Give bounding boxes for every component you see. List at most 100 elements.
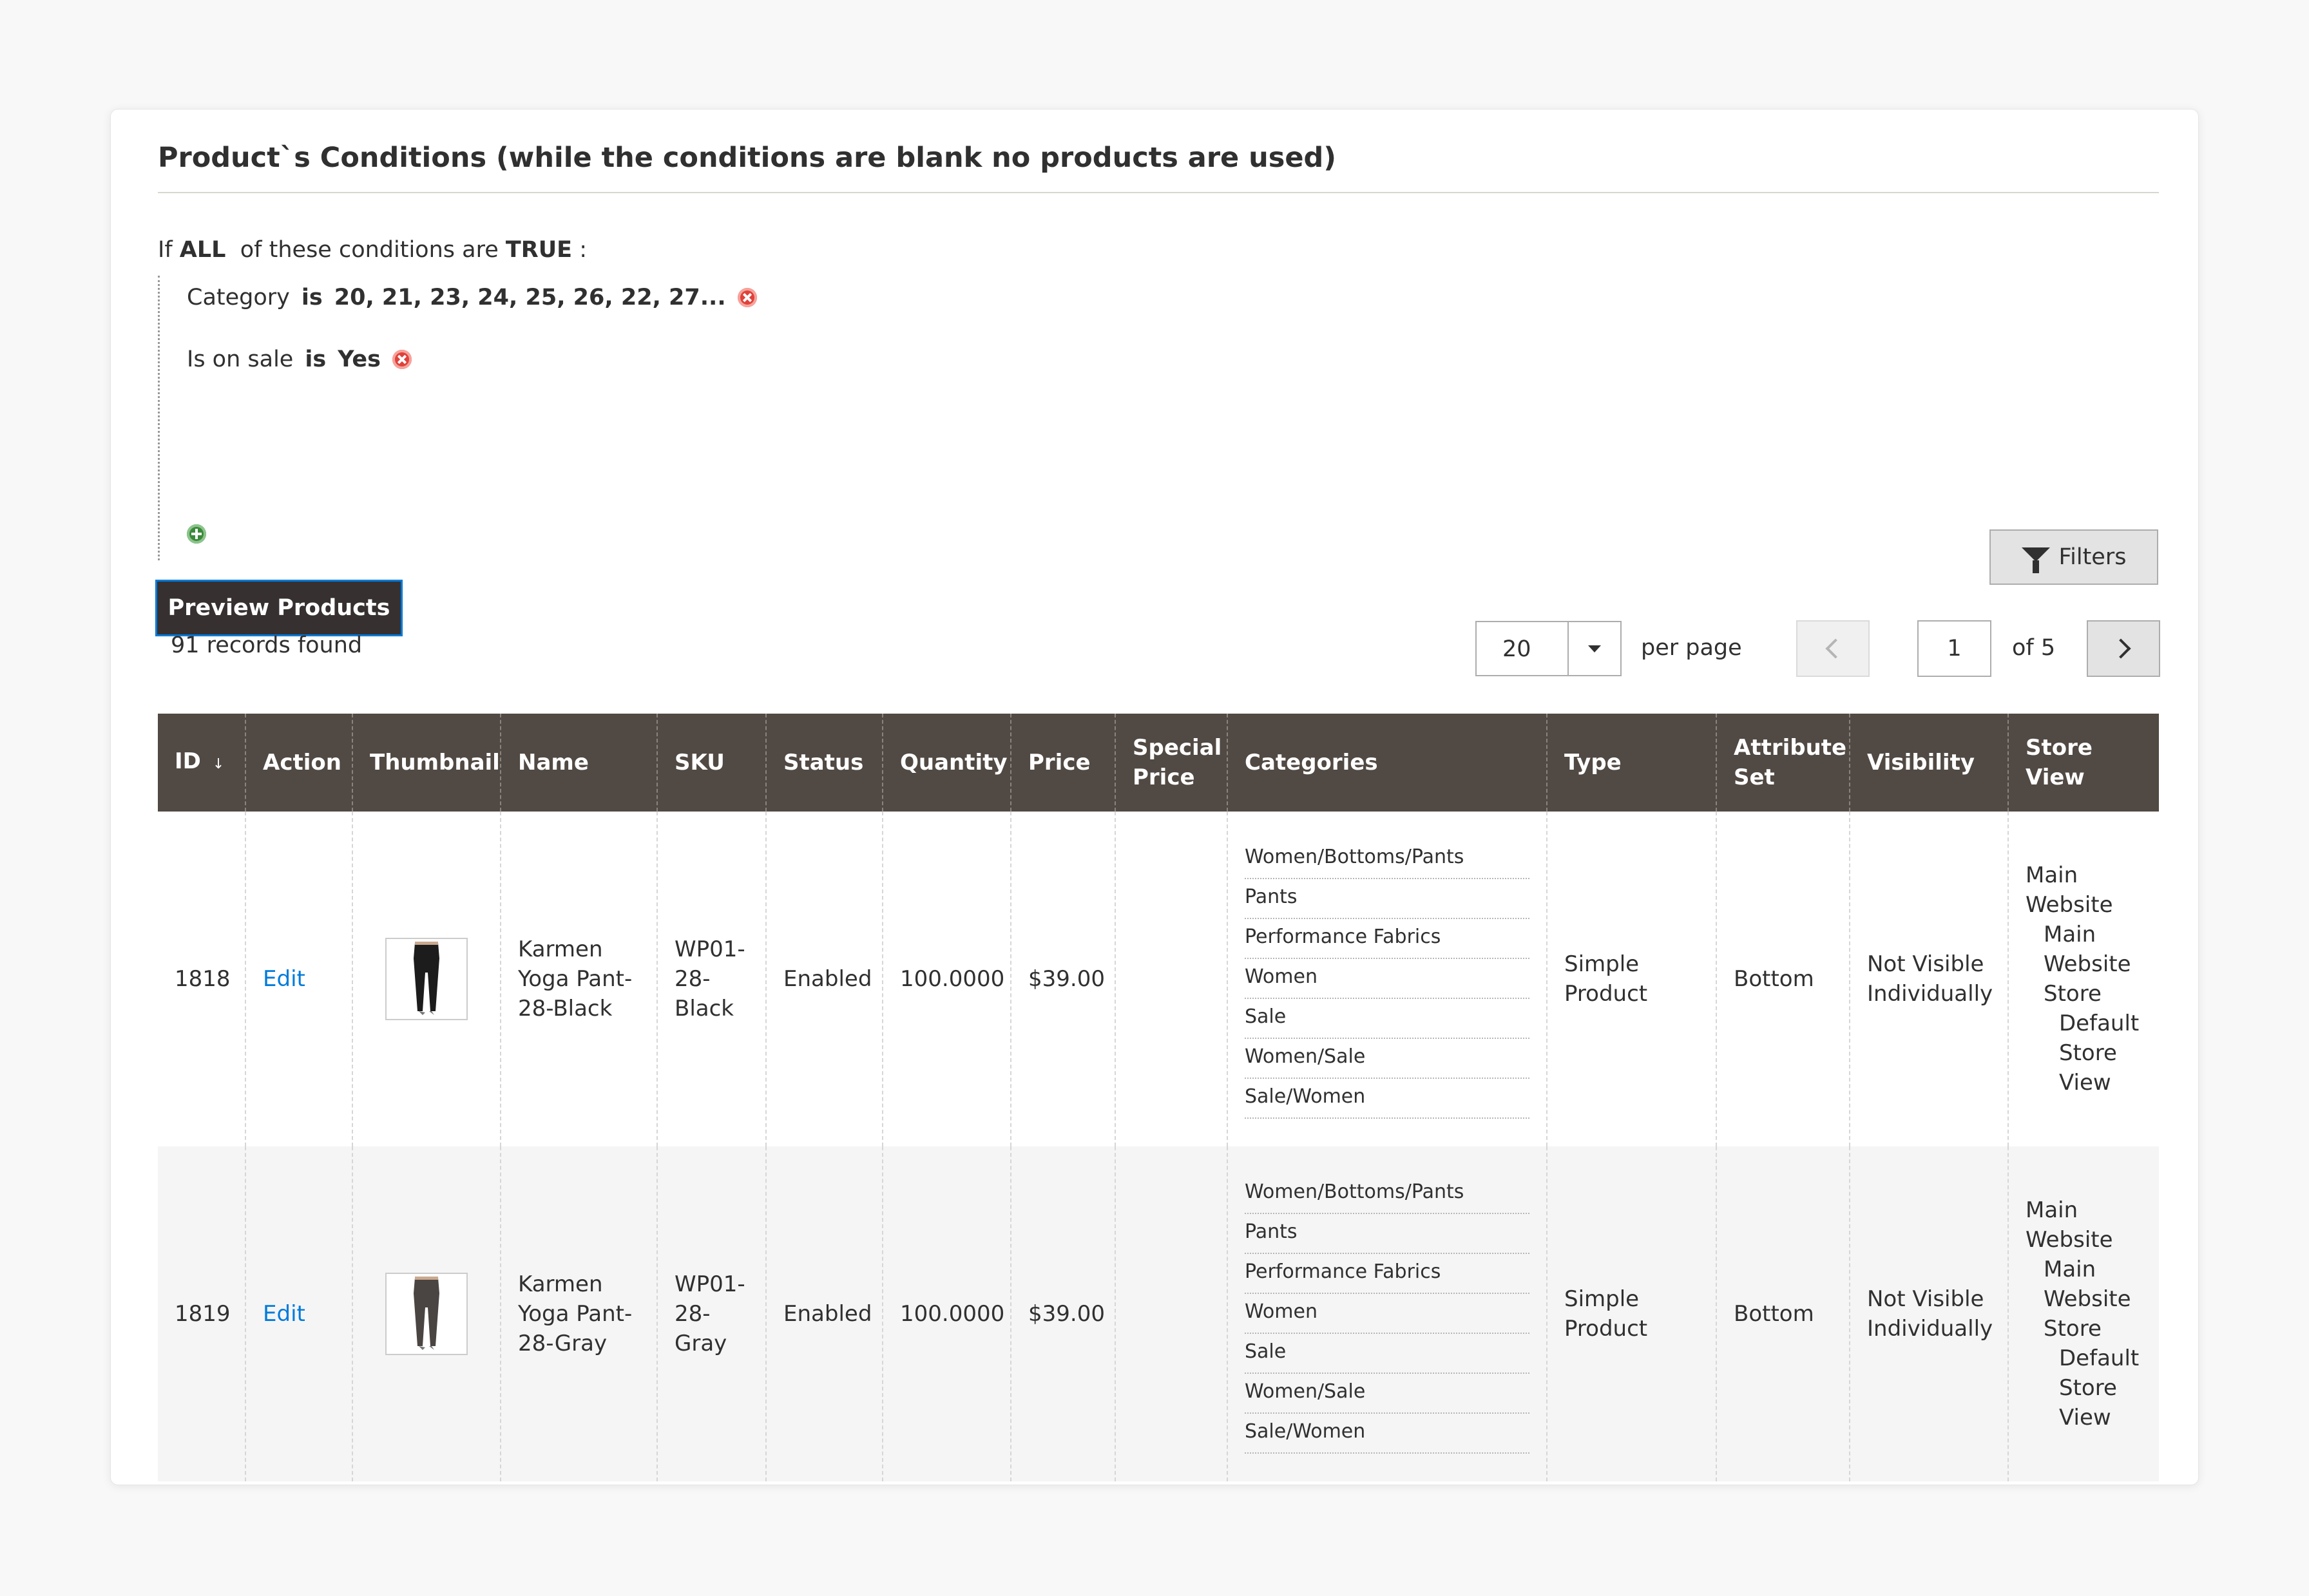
- cell-price: $39.00: [1010, 1146, 1115, 1481]
- column-header-price[interactable]: Price: [1010, 714, 1115, 812]
- cell-status: Enabled: [765, 1146, 883, 1481]
- conditions-tree: Category is 20, 21, 23, 24, 25, 26, 22, …: [158, 276, 933, 560]
- store-view-website: Main Website: [2026, 862, 2113, 918]
- value-select[interactable]: TRUE: [506, 237, 572, 263]
- column-header-quantity[interactable]: Quantity: [882, 714, 1011, 812]
- conditions-header: If ALL of these conditions are TRUE :: [158, 237, 587, 263]
- column-header-visibility[interactable]: Visibility: [1849, 714, 2008, 812]
- total-pages: of 5: [2012, 635, 2056, 661]
- chevron-right-icon: [2111, 638, 2131, 659]
- add-condition-icon[interactable]: [187, 524, 206, 544]
- chevron-left-icon: [1825, 638, 1846, 659]
- remove-icon[interactable]: [392, 350, 412, 369]
- colon: :: [579, 237, 587, 263]
- cell-attribute-set: Bottom: [1716, 1146, 1850, 1481]
- cell-type: Simple Product: [1546, 812, 1716, 1146]
- rule-operator[interactable]: is: [305, 347, 326, 372]
- cell-action: Edit: [245, 1146, 352, 1481]
- category-item: Women/Bottoms/Pants: [1245, 1174, 1529, 1214]
- funnel-icon: [2021, 547, 2050, 573]
- cell-categories: Women/Bottoms/Pants Pants Performance Fa…: [1227, 1146, 1547, 1481]
- caret-down-icon: [1588, 645, 1601, 652]
- category-item: Women/Bottoms/Pants: [1245, 839, 1529, 879]
- cell-id: 1818: [175, 966, 231, 992]
- column-header-status[interactable]: Status: [765, 714, 883, 812]
- products-grid: ID ↓ Action Thumbnail Name SKU Status Qua…: [158, 714, 2159, 1481]
- filters-button[interactable]: Filters: [1989, 529, 2158, 585]
- column-header-name[interactable]: Name: [500, 714, 657, 812]
- category-item: Women/Sale: [1245, 1039, 1529, 1079]
- aggregator-select[interactable]: ALL: [180, 237, 226, 263]
- column-header-id[interactable]: ID ↓: [158, 714, 245, 812]
- cell-name: Karmen Yoga Pant-28-Gray: [500, 1146, 657, 1481]
- edit-link[interactable]: Edit: [263, 1301, 305, 1327]
- section-title: Product`s Conditions (while the conditio…: [158, 142, 2159, 193]
- category-item: Pants: [1245, 1214, 1529, 1254]
- category-item: Sale/Women: [1245, 1414, 1529, 1454]
- cell-quantity: 100.0000: [882, 1146, 1011, 1481]
- cell-thumbnail: [352, 812, 501, 1146]
- if-label: If: [158, 237, 173, 263]
- per-page-select[interactable]: 20: [1475, 621, 1622, 676]
- store-view-view: Default Store View: [2059, 1011, 2140, 1096]
- conditions-panel: Product`s Conditions (while the conditio…: [110, 109, 2199, 1485]
- column-header-sku[interactable]: SKU: [656, 714, 766, 812]
- cell-store-view: Main Website Main Website Store Default …: [2007, 812, 2159, 1146]
- add-condition-row: [187, 524, 206, 544]
- cell-id: 1819: [158, 1146, 245, 1481]
- column-header-thumbnail: Thumbnail: [352, 714, 501, 812]
- cell-action: Edit: [245, 812, 352, 1146]
- current-page-input[interactable]: 1: [1917, 620, 1991, 677]
- product-thumbnail[interactable]: [385, 1273, 468, 1355]
- rule-attribute: Category: [187, 285, 290, 310]
- category-item: Sale: [1245, 1334, 1529, 1374]
- sort-arrow-icon: ↓: [212, 755, 225, 772]
- column-header-action: Action: [245, 714, 352, 812]
- next-page-button[interactable]: [2087, 620, 2160, 677]
- previous-page-button[interactable]: [1796, 620, 1870, 677]
- rule-value[interactable]: 20, 21, 23, 24, 25, 26, 22, 27...: [334, 285, 726, 310]
- category-item: Pants: [1245, 879, 1529, 919]
- cell-store-view: Main Website Main Website Store Default …: [2007, 1146, 2159, 1481]
- cell-quantity: 100.0000: [882, 812, 1011, 1146]
- cell-name: Karmen Yoga Pant-28-Black: [500, 812, 657, 1146]
- cell-attribute-set: Bottom: [1716, 812, 1850, 1146]
- records-count: 91 records found: [171, 632, 363, 658]
- grid-header-row: ID ↓ Action Thumbnail Name SKU Status Qua…: [158, 714, 2159, 812]
- per-page-dropdown-toggle[interactable]: [1567, 622, 1620, 675]
- of-label: of these conditions are: [240, 237, 499, 263]
- rule-attribute: Is on sale: [187, 347, 294, 372]
- cell-visibility: Not Visible Individually: [1849, 1146, 2008, 1481]
- store-view-store: Main Website Store: [2044, 1257, 2131, 1342]
- yoga-pant-image: [414, 942, 439, 1015]
- table-row: 1819 Edit Karmen Yoga Pant-28-Gray WP01-…: [158, 1146, 2159, 1481]
- category-item: Sale: [1245, 999, 1529, 1039]
- cell-sku: WP01-28-Black: [656, 812, 766, 1146]
- category-item: Women: [1245, 959, 1529, 999]
- rule-operator[interactable]: is: [302, 285, 323, 310]
- cell-special-price: [1115, 1146, 1227, 1481]
- yoga-pant-image: [414, 1277, 439, 1350]
- column-header-categories[interactable]: Categories: [1227, 714, 1547, 812]
- cell-thumbnail: [352, 1146, 501, 1481]
- store-view-view: Default Store View: [2059, 1345, 2140, 1430]
- column-header-attribute-set[interactable]: Attribute Set: [1716, 714, 1850, 812]
- per-page-value: 20: [1502, 636, 1531, 662]
- category-item: Performance Fabrics: [1245, 1254, 1529, 1294]
- category-item: Women: [1245, 1294, 1529, 1334]
- column-header-type[interactable]: Type: [1546, 714, 1716, 812]
- cell-status: Enabled: [765, 812, 883, 1146]
- table-row: 1818 Edit Karmen Yoga Pant-28-Black WP01…: [158, 812, 2159, 1146]
- cell-sku: WP01-28-Gray: [656, 1146, 766, 1481]
- column-header-special-price[interactable]: Special Price: [1115, 714, 1227, 812]
- remove-icon[interactable]: [737, 288, 757, 307]
- per-page-label: per page: [1641, 635, 1742, 661]
- store-view-store: Main Website Store: [2044, 922, 2131, 1007]
- preview-products-button[interactable]: Preview Products: [155, 580, 403, 636]
- category-item: Sale/Women: [1245, 1079, 1529, 1119]
- condition-rule: Category is 20, 21, 23, 24, 25, 26, 22, …: [187, 285, 757, 310]
- product-thumbnail[interactable]: [385, 938, 468, 1020]
- column-header-store-view[interactable]: Store View: [2007, 714, 2159, 812]
- edit-link[interactable]: Edit: [263, 966, 305, 992]
- rule-value[interactable]: Yes: [338, 347, 381, 372]
